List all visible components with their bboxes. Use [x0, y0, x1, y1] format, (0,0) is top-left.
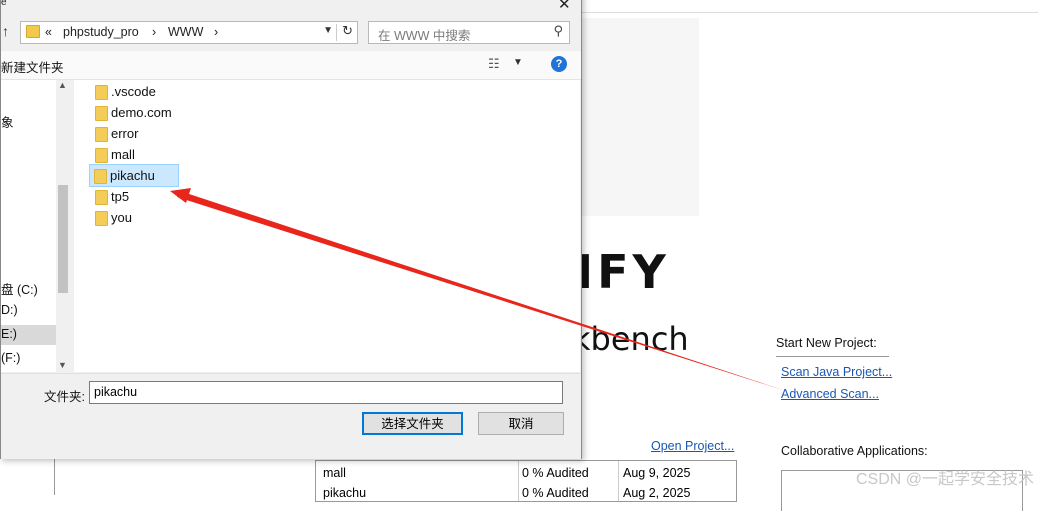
advanced-scan-link[interactable]: Advanced Scan...: [781, 387, 879, 401]
breadcrumb-www[interactable]: WWW: [168, 25, 203, 39]
project-name: pikachu: [323, 486, 367, 500]
help-icon[interactable]: ?: [551, 56, 567, 72]
nav-item-label: E:): [1, 327, 17, 341]
start-project-divider: [776, 356, 889, 357]
project-audit-status: 0 % Audited: [522, 466, 589, 480]
project-name: mall: [323, 466, 346, 480]
view-options-icon[interactable]: ☷: [488, 56, 500, 72]
watermark: CSDN @一起学安全技术: [855, 471, 1034, 488]
nav-item-label: (F:): [1, 351, 21, 365]
folder-name-field[interactable]: pikachu: [89, 381, 563, 404]
app-subtitle: kbench: [572, 320, 689, 358]
scroll-up-icon[interactable]: ▲: [58, 80, 67, 90]
refresh-icon[interactable]: ↻: [342, 23, 353, 39]
nav-item-drive-d[interactable]: D:): [1, 301, 56, 321]
list-item-vscode[interactable]: .vscode: [91, 81, 179, 102]
list-item-mall[interactable]: mall: [91, 144, 179, 165]
nav-item-drive-c[interactable]: 盘 (C:): [1, 277, 56, 297]
folder-icon: [95, 148, 108, 163]
breadcrumb-overflow[interactable]: «: [45, 25, 52, 39]
table-row[interactable]: pikachu 0 % Audited Aug 2, 2025: [316, 483, 736, 503]
nav-item-objects[interactable]: 象: [1, 110, 56, 130]
project-audit-status: 0 % Audited: [522, 486, 589, 500]
folder-icon: [26, 25, 40, 38]
folder-list: .vscode demo.com error mall pikachu tp5 …: [74, 80, 580, 372]
header-divider: [580, 12, 1038, 13]
dialog-title: e: [1, 0, 7, 8]
address-bar[interactable]: « phpstudy_pro › WWW › ▼ ↻: [20, 21, 358, 44]
cancel-button[interactable]: 取消: [478, 412, 564, 435]
recent-projects-table: mall 0 % Audited Aug 9, 2025 pikachu 0 %…: [315, 460, 737, 502]
frame-border: [54, 455, 55, 495]
up-arrow-icon[interactable]: ↑: [2, 23, 9, 39]
scrollbar-thumb[interactable]: [58, 185, 68, 293]
list-item-error[interactable]: error: [91, 123, 179, 144]
folder-name: tp5: [111, 189, 130, 204]
folder-icon: [95, 127, 108, 142]
nav-item-label: 象: [1, 116, 14, 130]
list-item-you[interactable]: you: [91, 207, 179, 228]
nav-item-drive-e[interactable]: E:): [1, 325, 56, 345]
folder-name: demo.com: [111, 105, 172, 120]
nav-item-label: 盘 (C:): [1, 283, 38, 297]
breadcrumb-separator: ›: [152, 25, 157, 39]
nav-scrollbar[interactable]: ▲ ▼: [56, 80, 70, 372]
search-icon[interactable]: ⚲: [553, 23, 563, 39]
list-item-tp5[interactable]: tp5: [91, 186, 179, 207]
table-row[interactable]: mall 0 % Audited Aug 9, 2025: [316, 463, 736, 483]
app-logo-text: IFY: [576, 245, 670, 299]
address-divider: [336, 24, 337, 41]
search-placeholder: 在 WWW 中搜索: [378, 29, 471, 43]
new-folder-button[interactable]: 新建文件夹: [1, 57, 64, 76]
logo-placeholder-panel: [575, 18, 699, 216]
close-icon[interactable]: ✕: [558, 0, 571, 13]
project-date: Aug 9, 2025: [623, 466, 691, 480]
folder-name: mall: [111, 147, 135, 162]
folder-icon: [95, 106, 108, 121]
project-date: Aug 2, 2025: [623, 486, 691, 500]
breadcrumb-phpstudy-pro[interactable]: phpstudy_pro: [63, 25, 139, 39]
folder-icon: [95, 211, 108, 226]
collaborative-applications-label: Collaborative Applications:: [781, 444, 928, 458]
folder-name: error: [111, 126, 139, 141]
navigation-pane: 象 盘 (C:) D:) E:) (F:): [1, 80, 56, 372]
select-folder-button[interactable]: 选择文件夹: [362, 412, 463, 435]
folder-name: .vscode: [111, 84, 156, 99]
search-input[interactable]: 在 WWW 中搜索 ⚲: [368, 21, 570, 44]
dialog-footer: 文件夹: pikachu 选择文件夹 取消: [1, 373, 581, 459]
nav-item-drive-f[interactable]: (F:): [1, 349, 56, 369]
folder-icon: [95, 85, 108, 100]
nav-item-label: D:): [1, 303, 18, 317]
open-project-link[interactable]: Open Project...: [651, 439, 734, 453]
select-folder-dialog: e ✕ ↑ « phpstudy_pro › WWW › ▼ ↻ 在 WWW 中…: [0, 0, 582, 459]
breadcrumb-separator: ›: [214, 25, 219, 39]
scan-java-project-link[interactable]: Scan Java Project...: [781, 365, 892, 379]
dialog-toolbar: 新建文件夹 ☷ ▼ ?: [1, 51, 581, 80]
folder-name: pikachu: [110, 168, 155, 183]
folder-icon: [95, 190, 108, 205]
folder-name: you: [111, 210, 132, 225]
folder-icon: [94, 169, 107, 184]
chevron-down-icon[interactable]: ▼: [513, 57, 523, 68]
start-new-project-label: Start New Project:: [776, 336, 877, 350]
chevron-down-icon[interactable]: ▼: [323, 25, 333, 36]
folder-field-label: 文件夹:: [44, 390, 85, 404]
list-item-demo-com[interactable]: demo.com: [91, 102, 179, 123]
scroll-down-icon[interactable]: ▼: [58, 360, 67, 370]
list-item-pikachu[interactable]: pikachu: [89, 164, 179, 187]
